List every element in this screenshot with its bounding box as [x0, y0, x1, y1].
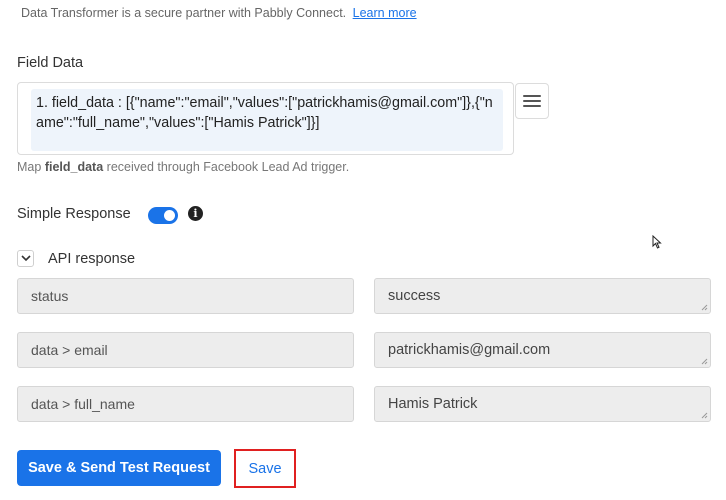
hamburger-icon-bar — [523, 105, 541, 107]
save-button[interactable]: Save — [234, 449, 296, 488]
resize-handle-icon[interactable] — [701, 358, 708, 365]
field-data-pill[interactable]: 1. field_data : [{"name":"email","values… — [31, 89, 503, 151]
field-data-label: Field Data — [17, 55, 84, 71]
hamburger-icon-bar — [523, 100, 541, 102]
resize-handle-icon[interactable] — [701, 412, 708, 419]
hamburger-icon — [523, 95, 541, 97]
simple-response-toggle[interactable] — [148, 207, 178, 224]
response-value-field[interactable]: Hamis Patrick — [374, 386, 711, 422]
field-menu-button[interactable] — [515, 83, 549, 119]
save-and-send-test-request-button[interactable]: Save & Send Test Request — [17, 450, 221, 486]
response-value-text: patrickhamis@gmail.com — [388, 342, 551, 358]
api-response-collapse-toggle[interactable] — [17, 250, 34, 267]
response-key-field[interactable]: data > full_name — [17, 386, 354, 422]
resize-handle-icon[interactable] — [701, 304, 708, 311]
info-icon[interactable]: i — [188, 206, 203, 221]
response-key-field[interactable]: data > email — [17, 332, 354, 368]
learn-more-link[interactable]: Learn more — [353, 6, 417, 20]
response-value-field[interactable]: success — [374, 278, 711, 314]
field-data-help: Map field_data received through Facebook… — [17, 160, 349, 174]
field-data-input[interactable]: 1. field_data : [{"name":"email","values… — [17, 82, 514, 155]
response-value-field[interactable]: patrickhamis@gmail.com — [374, 332, 711, 368]
mouse-cursor-icon — [652, 235, 662, 249]
simple-response-label: Simple Response — [17, 206, 131, 222]
response-key-field[interactable]: status — [17, 278, 354, 314]
help-prefix: Map — [17, 160, 42, 174]
partner-note: Data Transformer is a secure partner wit… — [21, 6, 417, 20]
help-bold: field_data — [44, 160, 104, 174]
response-value-text: success — [388, 288, 441, 304]
help-suffix: received through Facebook Lead Ad trigge… — [106, 160, 350, 174]
partner-note-text: Data Transformer is a secure partner wit… — [21, 6, 347, 20]
chevron-down-icon — [21, 255, 31, 262]
api-response-label: API response — [48, 251, 136, 267]
response-value-text: Hamis Patrick — [388, 396, 478, 412]
